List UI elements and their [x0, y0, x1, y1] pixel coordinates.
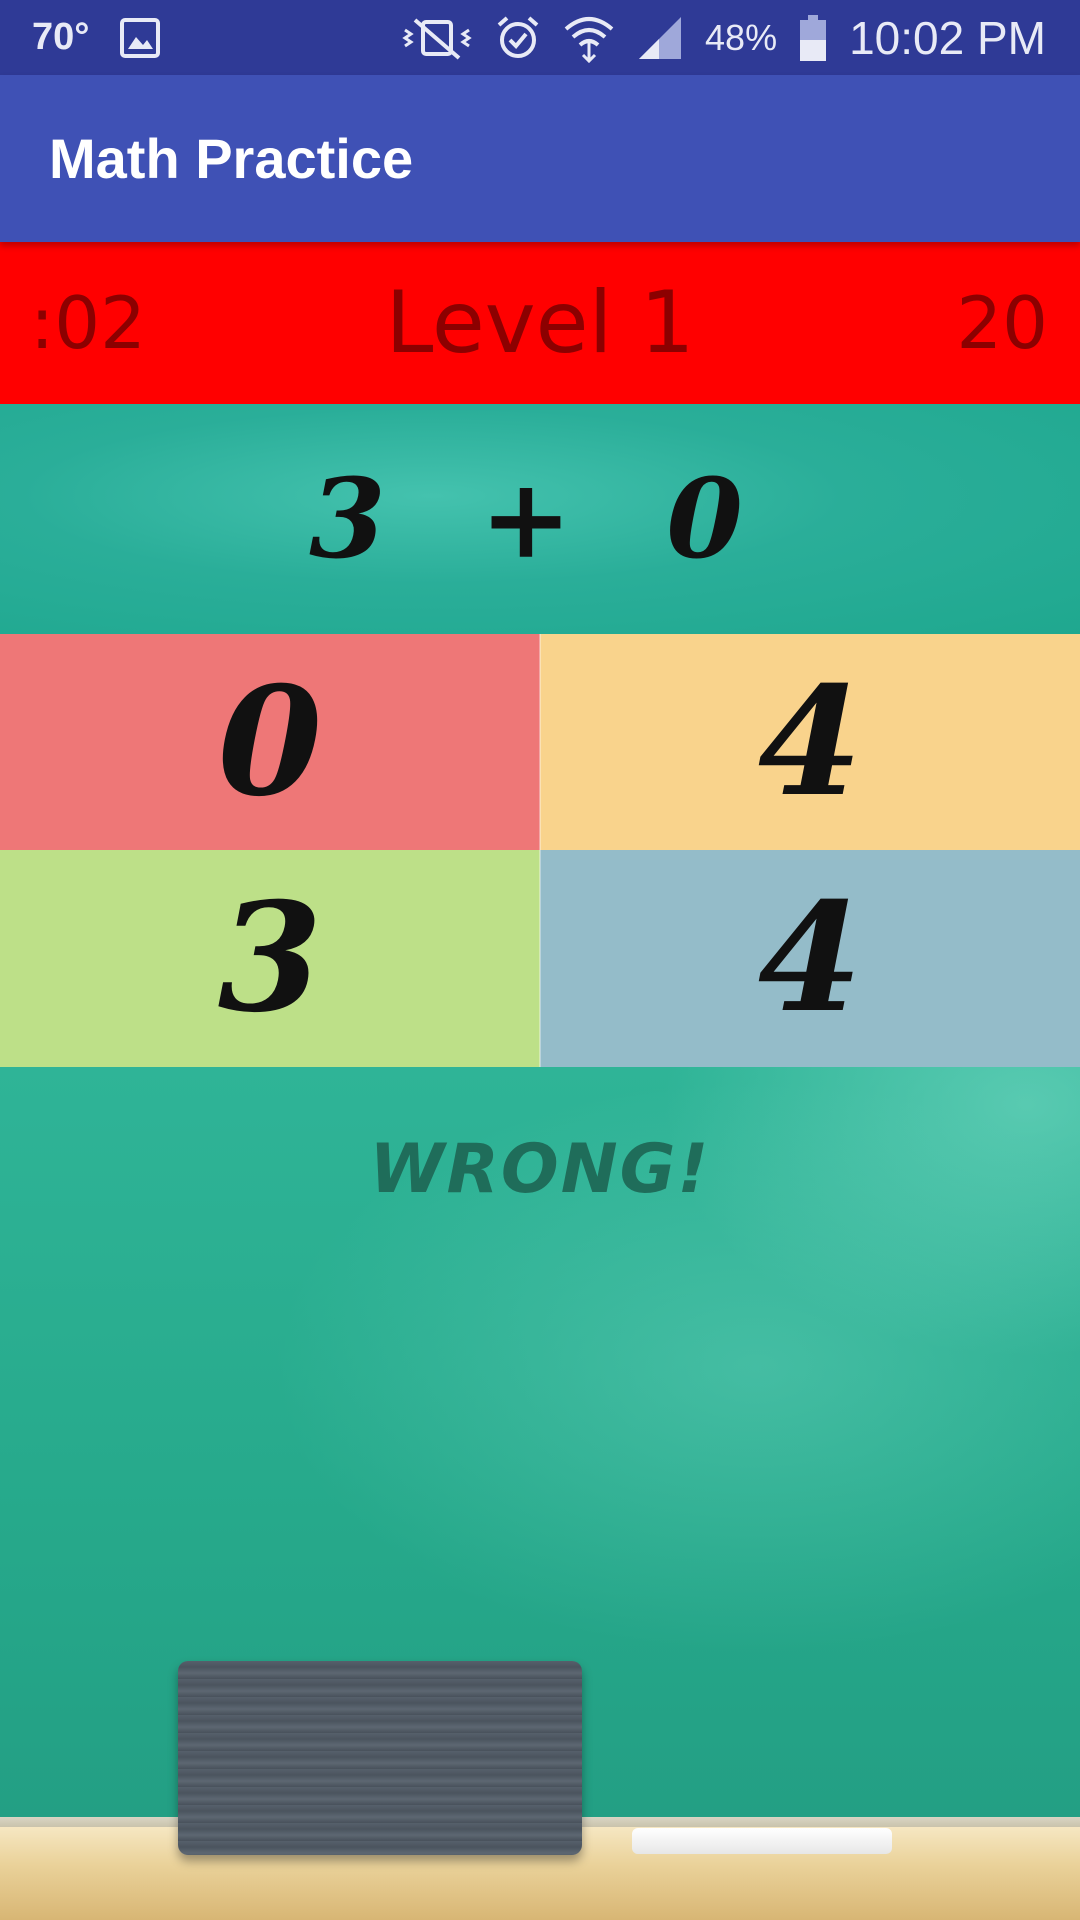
answer-button-2[interactable]: 4	[540, 634, 1080, 850]
chalk-image	[632, 1828, 892, 1854]
feedback-message: WRONG!	[369, 1130, 711, 1209]
level-bar: :02 Level 1 20	[0, 242, 1080, 406]
temperature-text: 70°	[32, 16, 90, 58]
vibrate-off-icon	[401, 16, 473, 60]
wifi-icon	[563, 13, 615, 63]
image-icon	[119, 17, 161, 59]
math-question: 3 + 0	[309, 454, 771, 583]
answer-button-1[interactable]: 0	[0, 634, 540, 850]
answer-button-4[interactable]: 4	[540, 850, 1080, 1067]
alarm-icon	[495, 15, 541, 61]
status-bar: 70° 48% 10:02 PM	[0, 0, 1080, 75]
battery-icon	[799, 14, 827, 62]
battery-percent-text: 48%	[705, 16, 778, 58]
signal-icon	[637, 15, 683, 61]
score-counter: 20	[956, 281, 1048, 365]
eraser-image	[178, 1661, 582, 1855]
clock-time: 10:02 PM	[849, 11, 1046, 64]
answer-grid-divider	[539, 634, 541, 1067]
app-bar: Math Practice	[0, 75, 1080, 242]
answer-button-3[interactable]: 3	[0, 850, 540, 1067]
level-label: Level 1	[385, 273, 695, 373]
app-title: Math Practice	[49, 127, 414, 190]
question-panel: 3 + 0	[0, 404, 1080, 634]
